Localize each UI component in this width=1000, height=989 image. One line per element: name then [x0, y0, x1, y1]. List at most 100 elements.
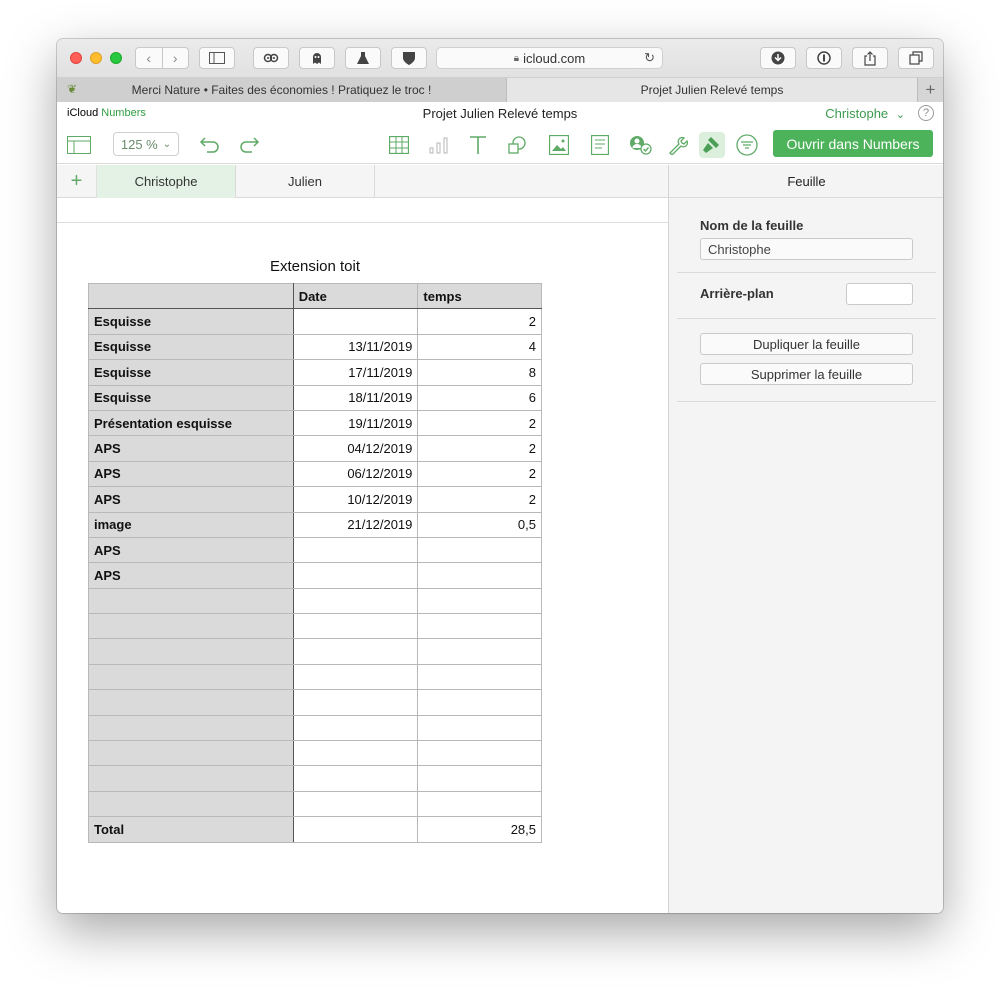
open-in-numbers-button[interactable]: Ouvrir dans Numbers: [773, 130, 933, 157]
table-cell[interactable]: [88, 714, 294, 742]
table-cell[interactable]: 06/12/2019: [292, 460, 419, 488]
collaborate-button[interactable]: [627, 132, 653, 158]
downloads-button[interactable]: [760, 47, 796, 69]
table-cell[interactable]: [88, 765, 294, 792]
table-cell[interactable]: [292, 790, 419, 818]
close-window-button[interactable]: [70, 52, 82, 64]
duplicate-sheet-button[interactable]: Dupliquer la feuille: [700, 333, 913, 355]
table-cell[interactable]: 2: [417, 435, 542, 462]
user-menu[interactable]: Christophe ⌄: [825, 106, 905, 121]
sidebar-toggle-button[interactable]: [199, 47, 235, 69]
table-cell[interactable]: 13/11/2019: [292, 333, 419, 361]
table-cell[interactable]: [88, 587, 294, 615]
sheet-name-field[interactable]: Christophe: [700, 238, 913, 260]
help-button[interactable]: ?: [918, 105, 934, 121]
table-cell[interactable]: [292, 765, 419, 792]
sheet-tab-christophe[interactable]: Christophe: [97, 165, 236, 198]
table-cell[interactable]: Esquisse: [88, 333, 294, 361]
table-cell[interactable]: [417, 740, 542, 767]
table-cell[interactable]: image: [88, 511, 294, 538]
tab-overview-button[interactable]: [898, 47, 934, 69]
header-cell[interactable]: Date: [292, 282, 419, 310]
table-cell[interactable]: APS: [88, 536, 294, 564]
insert-media-button[interactable]: [546, 132, 572, 158]
redo-button[interactable]: [236, 132, 262, 158]
table-cell[interactable]: [88, 663, 294, 691]
zoom-select[interactable]: 125 % ⌄: [113, 132, 179, 156]
table-cell[interactable]: [417, 663, 542, 691]
table-cell[interactable]: [417, 613, 542, 640]
browser-tab-projet-julien[interactable]: Projet Julien Relevé temps: [507, 78, 917, 102]
table-cell[interactable]: 19/11/2019: [292, 409, 419, 437]
table-cell[interactable]: Présentation esquisse: [88, 409, 294, 437]
table-cell[interactable]: [292, 308, 419, 335]
settings-button[interactable]: [665, 132, 691, 158]
extension-owl-button[interactable]: [253, 47, 289, 69]
table-cell[interactable]: [88, 790, 294, 818]
extension-ghost-button[interactable]: [299, 47, 335, 69]
table-cell[interactable]: Esquisse: [88, 384, 294, 411]
table-cell[interactable]: [88, 613, 294, 640]
url-bar[interactable]: 🔒︎ icloud.com ↻: [436, 47, 663, 69]
table-cell[interactable]: 10/12/2019: [292, 486, 419, 513]
table-cell[interactable]: [292, 816, 419, 843]
table-cell[interactable]: 0,5: [417, 511, 542, 538]
table-cell[interactable]: [417, 638, 542, 665]
back-icon[interactable]: ‹: [136, 48, 163, 68]
delete-sheet-button[interactable]: Supprimer la feuille: [700, 363, 913, 385]
table-cell[interactable]: [292, 663, 419, 691]
sort-filter-button[interactable]: [734, 132, 760, 158]
table-cell[interactable]: [417, 536, 542, 564]
extension-shield-button[interactable]: [391, 47, 427, 69]
header-cell[interactable]: [88, 282, 294, 310]
table-cell[interactable]: 04/12/2019: [292, 435, 419, 462]
table-cell[interactable]: 28,5: [417, 816, 542, 843]
table-cell[interactable]: [417, 714, 542, 742]
table-cell[interactable]: APS: [88, 435, 294, 462]
insert-table-button[interactable]: [386, 132, 412, 158]
password-manager-button[interactable]: [806, 47, 842, 69]
data-table[interactable]: Date temps Esquisse 2 Esquisse 13/11/2019 4 E…: [88, 282, 542, 843]
table-cell[interactable]: 2: [417, 460, 542, 488]
table-cell[interactable]: [417, 790, 542, 818]
table-title[interactable]: Extension toit: [88, 258, 542, 275]
background-color-well[interactable]: [846, 283, 913, 305]
insert-text-button[interactable]: [465, 132, 491, 158]
table-cell[interactable]: [88, 689, 294, 716]
table-cell[interactable]: [88, 740, 294, 767]
document-title[interactable]: Projet Julien Relevé temps: [57, 106, 943, 121]
insert-chart-button[interactable]: [426, 132, 452, 158]
table-cell[interactable]: APS: [88, 460, 294, 488]
new-tab-button[interactable]: +: [917, 78, 943, 102]
table-cell[interactable]: [292, 562, 419, 589]
insert-shape-button[interactable]: [504, 132, 530, 158]
table-cell[interactable]: APS: [88, 562, 294, 589]
undo-button[interactable]: [197, 132, 223, 158]
format-button[interactable]: [699, 132, 725, 158]
table-cell[interactable]: 2: [417, 308, 542, 335]
table-cell[interactable]: [292, 587, 419, 615]
table-cell[interactable]: [292, 536, 419, 564]
table-cell[interactable]: [417, 765, 542, 792]
reload-icon[interactable]: ↻: [644, 50, 655, 66]
sheet-tab-julien[interactable]: Julien: [236, 165, 375, 198]
table-cell[interactable]: APS: [88, 486, 294, 513]
table-cell[interactable]: 6: [417, 384, 542, 411]
table-cell[interactable]: [417, 562, 542, 589]
table-cell[interactable]: 2: [417, 409, 542, 437]
insert-comment-button[interactable]: [587, 132, 613, 158]
view-toggle-button[interactable]: [66, 132, 92, 158]
table-cell[interactable]: 21/12/2019: [292, 511, 419, 538]
table-cell[interactable]: Esquisse: [88, 359, 294, 386]
table-cell[interactable]: Esquisse: [88, 308, 294, 335]
table-cell[interactable]: [417, 689, 542, 716]
share-button[interactable]: [852, 47, 888, 69]
table-cell[interactable]: 17/11/2019: [292, 359, 419, 386]
add-sheet-button[interactable]: +: [57, 165, 97, 198]
zoom-window-button[interactable]: [110, 52, 122, 64]
table-cell[interactable]: [292, 689, 419, 716]
table-cell[interactable]: [88, 638, 294, 665]
table-cell[interactable]: Total: [88, 816, 294, 843]
table-cell[interactable]: 18/11/2019: [292, 384, 419, 411]
table-cell[interactable]: [417, 587, 542, 615]
